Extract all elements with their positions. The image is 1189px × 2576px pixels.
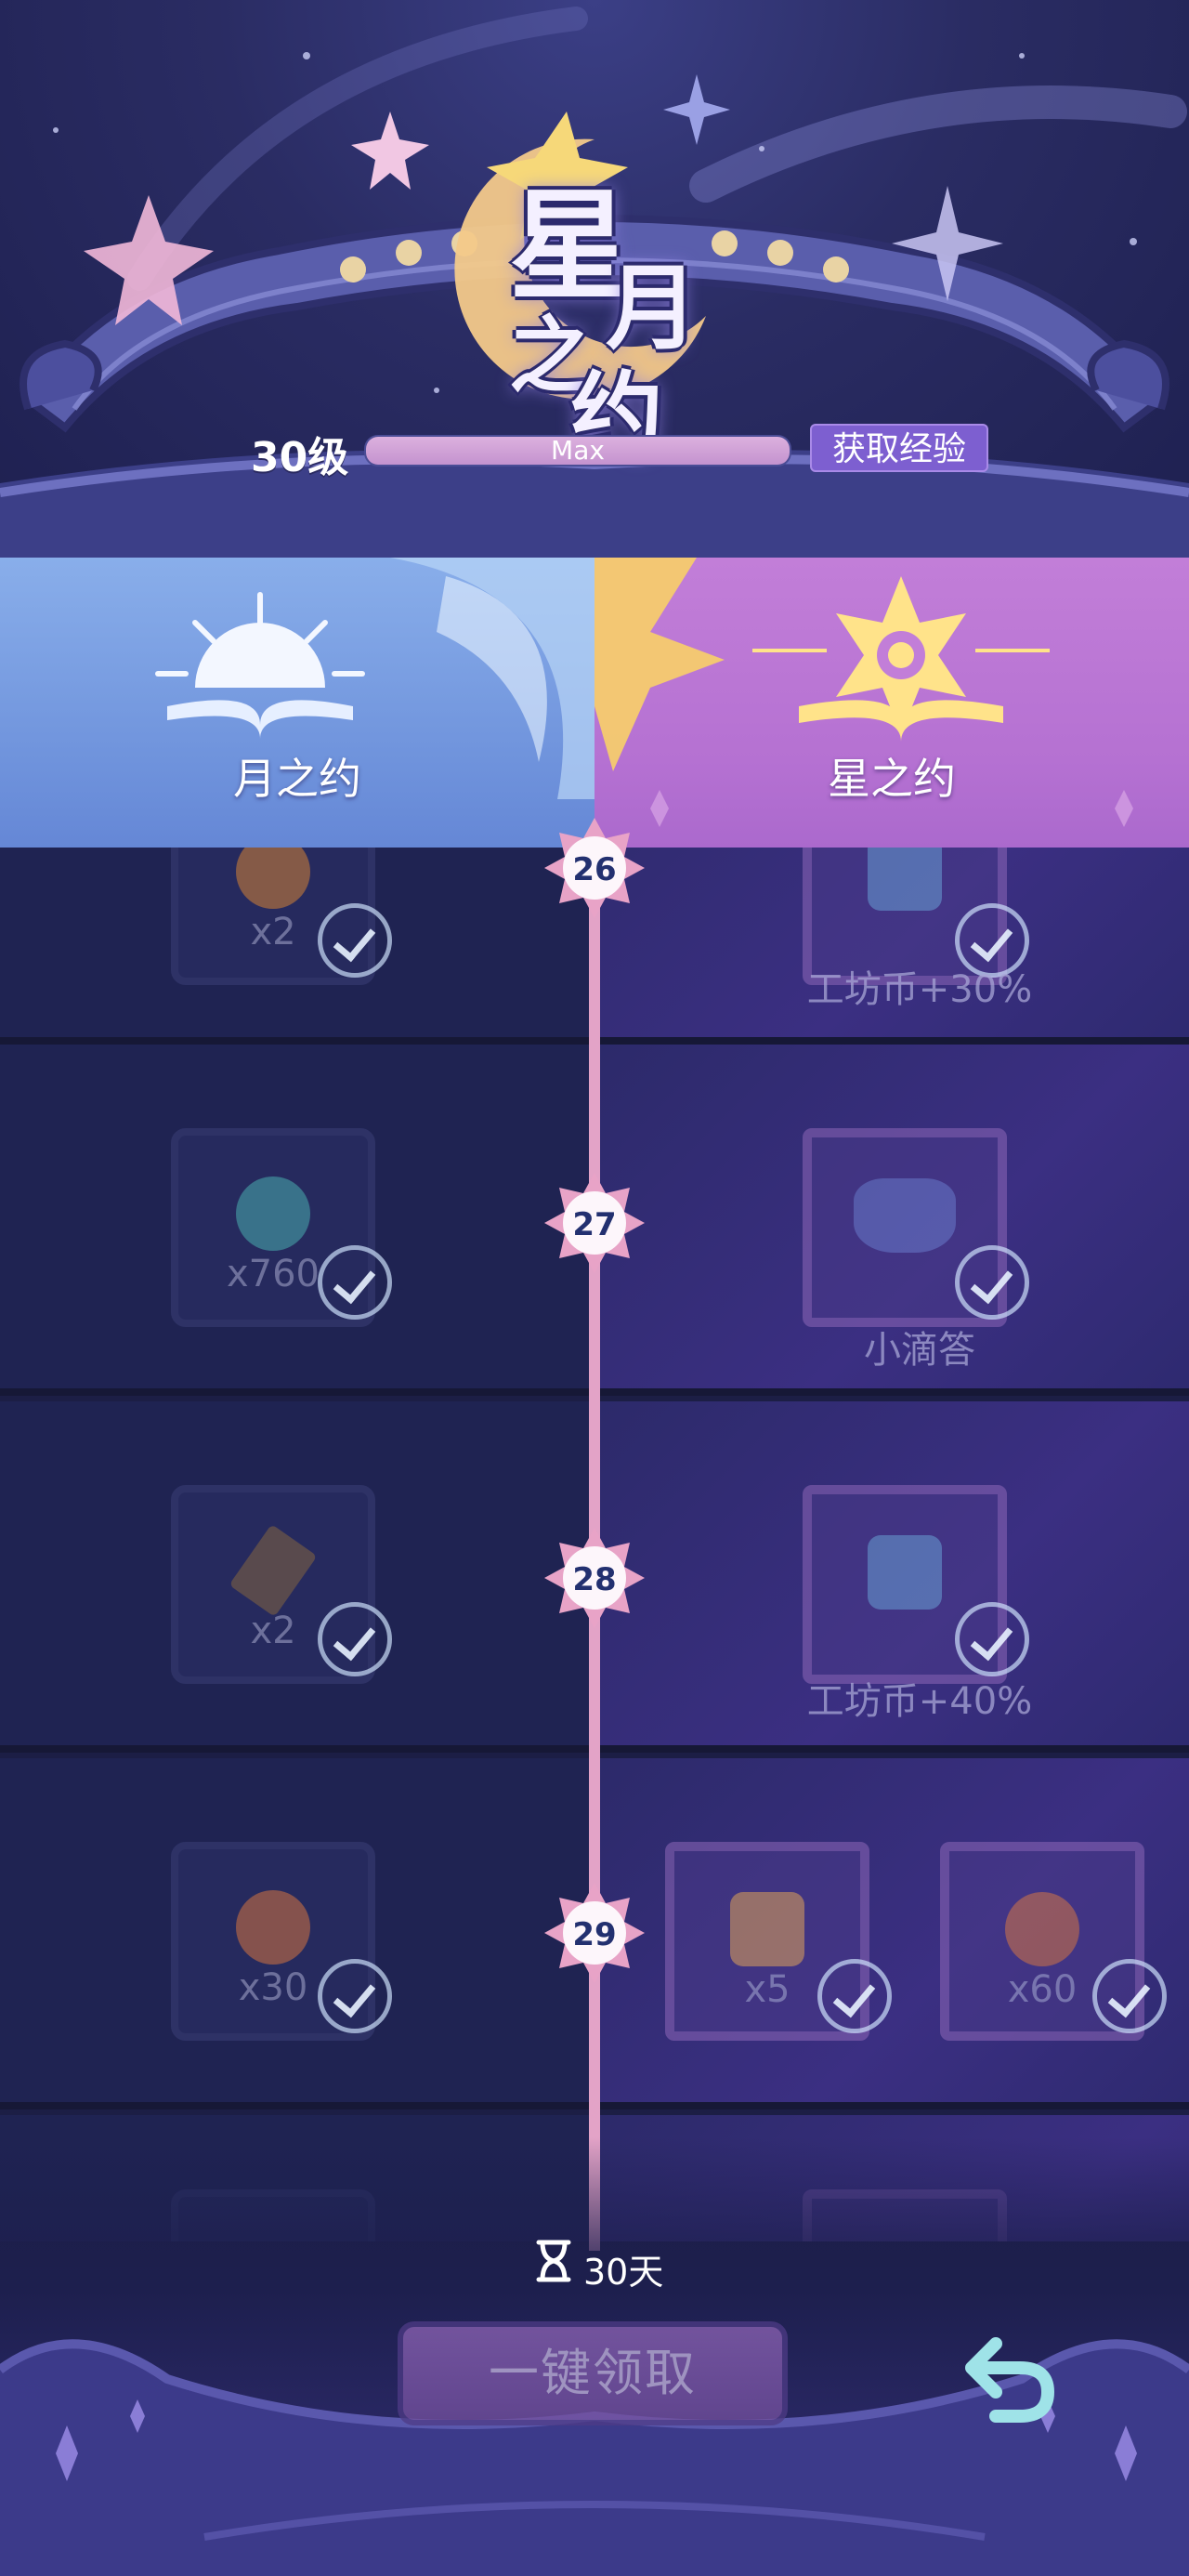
hourglass-icon	[536, 2240, 571, 2282]
flower-coin-icon	[1005, 1892, 1079, 1966]
claimed-check-icon	[955, 1602, 1029, 1676]
get-xp-button[interactable]: 获取经验	[810, 424, 988, 472]
tab-moon-pact[interactable]: 月之约	[0, 558, 594, 848]
tab-moon-label: 月之约	[233, 754, 361, 804]
premium-track-cell: x5 x60	[594, 1758, 1189, 2102]
premium-track-cell: 工坊币+30%	[594, 848, 1189, 1037]
season-timer-text: 30天	[583, 2252, 664, 2293]
free-track-cell: x30	[0, 1758, 594, 2102]
back-button[interactable]	[959, 2323, 1061, 2425]
claimed-check-icon	[1092, 1959, 1167, 2033]
free-track-cell: x760	[0, 1045, 594, 1388]
level-node: 27	[541, 1169, 648, 1277]
level-number: 26	[572, 851, 617, 888]
level-label: 30级	[251, 434, 349, 481]
level-number: 27	[572, 1206, 617, 1243]
premium-track-cell: 小滴答	[594, 1045, 1189, 1388]
claimed-check-icon	[318, 1602, 392, 1676]
claimed-check-icon	[318, 903, 392, 978]
header-banner: 星 月 之 约 30级 Max 获取经验	[0, 0, 1189, 558]
claimed-check-icon	[817, 1959, 892, 2033]
level-number: 28	[572, 1561, 617, 1598]
scroll-coin-icon	[868, 1535, 942, 1610]
watering-can-icon	[854, 1178, 956, 1253]
level-node: 29	[541, 1879, 648, 1987]
premium-reward-name: 工坊币+40%	[806, 1680, 1033, 1723]
flower-coin-icon	[236, 1890, 310, 1965]
pickaxe-icon	[229, 1524, 318, 1617]
level-number: 29	[572, 1916, 617, 1953]
jar-icon	[236, 848, 310, 909]
scroll-coin-icon	[868, 848, 942, 911]
level-node: 28	[541, 1524, 648, 1632]
tab-star-label: 星之约	[828, 754, 956, 804]
level-node: 26	[541, 814, 648, 922]
premium-reward-name: 小滴答	[864, 1329, 975, 1372]
star-coin-icon	[236, 1176, 310, 1251]
claim-all-button[interactable]: 一键领取	[398, 2321, 788, 2425]
xp-progress-bar: Max	[364, 435, 791, 467]
free-track-cell: x2	[0, 1401, 594, 1745]
xp-progress-text: Max	[551, 435, 605, 466]
free-track-cell: x2	[0, 848, 594, 1037]
tab-star-pact[interactable]: 星之约	[594, 558, 1189, 848]
battle-pass-screen: 星 月 之 约 30级 Max 获取经验 月之约 星之约 x2 工坊币+30% …	[0, 0, 1189, 2576]
paint-bucket-icon	[730, 1892, 804, 1966]
premium-track-cell: 工坊币+40%	[594, 1401, 1189, 1745]
claimed-check-icon	[955, 1245, 1029, 1320]
back-arrow-icon	[965, 2337, 1055, 2423]
claimed-check-icon	[318, 1959, 392, 2033]
premium-reward-name: 工坊币+30%	[806, 968, 1033, 1011]
claimed-check-icon	[318, 1245, 392, 1320]
